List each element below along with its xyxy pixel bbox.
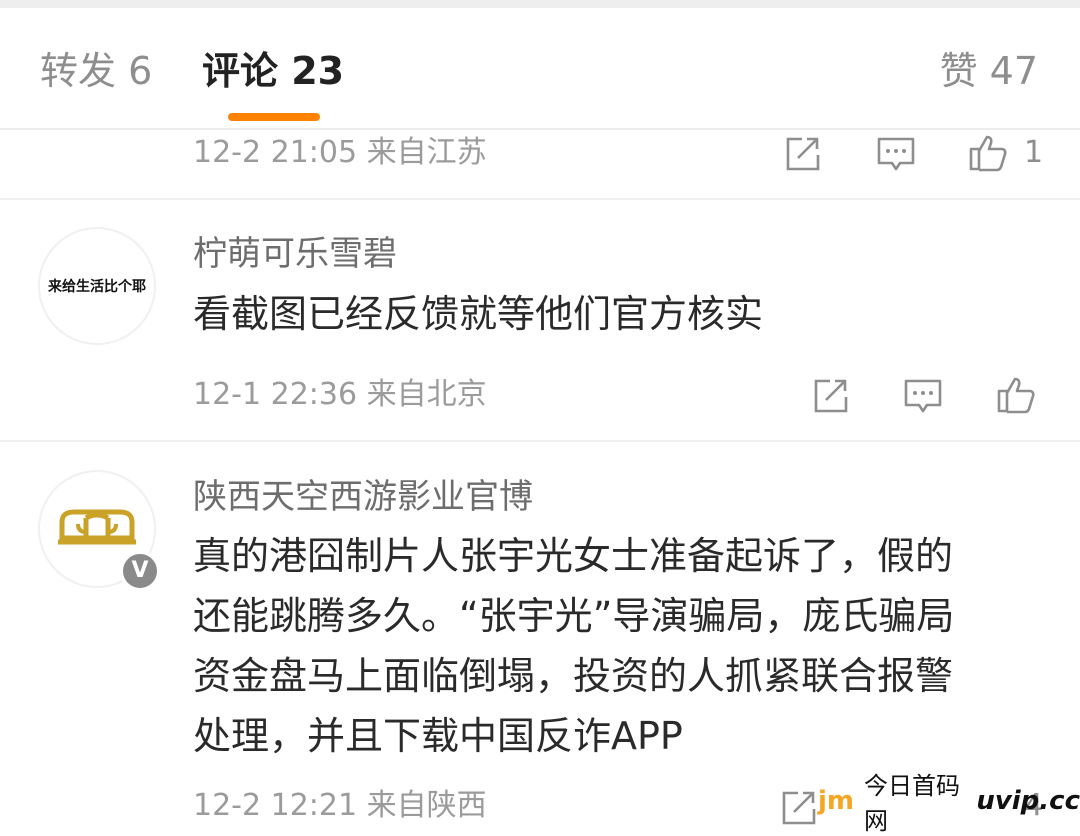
avatar-text: 来给生活比个耶 xyxy=(48,279,146,295)
comment-line: 真的港囧制片人张宇光女士准备起诉了，假的 xyxy=(193,534,954,578)
comment-icon[interactable] xyxy=(874,132,918,176)
comment-location: 来自北京 xyxy=(366,377,487,412)
comment-time: 12-2 21:05 xyxy=(193,135,358,170)
top-divider xyxy=(0,0,1080,8)
comment-line: 资金盘马上面临倒塌，投资的人抓紧联合报警 xyxy=(193,654,954,698)
active-tab-indicator xyxy=(228,113,320,121)
watermark: jm 今日首码网 uvip.cc xyxy=(818,772,1080,835)
tab-comments[interactable]: 评论 23 xyxy=(202,46,344,96)
comment-location: 来自江苏 xyxy=(366,135,487,170)
thumbs-up-icon[interactable] xyxy=(966,130,1010,174)
tab-bar: 转发 6 评论 23 赞 47 xyxy=(0,8,1080,128)
comment-line: 还能跳腾多久。“张宇光”导演骗局，庞氏骗局 xyxy=(193,594,955,638)
watermark-text: 今日首码网 xyxy=(864,772,961,835)
thumbs-up-icon[interactable] xyxy=(994,372,1038,416)
avatar[interactable]: 来给生活比个耶 xyxy=(38,227,156,345)
share-icon[interactable] xyxy=(776,786,820,830)
comment-divider xyxy=(0,440,1080,442)
username[interactable]: 陕西天空西游影业官博 xyxy=(193,475,533,519)
watermark-url: uvip.cc xyxy=(976,786,1080,816)
tab-repost[interactable]: 转发 6 xyxy=(40,46,152,96)
comment-line: 处理，并且下载中国反诈APP xyxy=(193,714,683,758)
comment-text: 真的港囧制片人张宇光女士准备起诉了，假的 还能跳腾多久。“张宇光”导演骗局，庞氏… xyxy=(193,526,1053,766)
comment-time: 12-1 22:36 xyxy=(193,377,358,412)
like-count: 1 xyxy=(1024,135,1044,170)
share-icon[interactable] xyxy=(780,132,824,176)
verified-badge: V xyxy=(120,551,160,591)
username[interactable]: 柠萌可乐雪碧 xyxy=(193,232,397,276)
share-icon[interactable] xyxy=(808,374,852,418)
watermark-logo: jm xyxy=(818,786,855,816)
comment-text: 看截图已经反馈就等他们官方核实 xyxy=(193,284,1053,344)
comment-location: 来自陕西 xyxy=(366,788,487,823)
comment-icon[interactable] xyxy=(901,374,945,418)
comment-meta: 12-2 21:05 来自江苏 xyxy=(193,133,487,173)
tab-likes[interactable]: 赞 47 xyxy=(940,46,1038,96)
comment-meta: 12-2 12:21 来自陕西 xyxy=(193,786,487,826)
comment-divider xyxy=(0,198,1080,200)
comment-line: 看截图已经反馈就等他们官方核实 xyxy=(193,292,764,336)
tab-bar-border xyxy=(0,128,1080,130)
comment-time: 12-2 12:21 xyxy=(193,788,358,823)
comment-meta: 12-1 22:36 来自北京 xyxy=(193,375,487,415)
